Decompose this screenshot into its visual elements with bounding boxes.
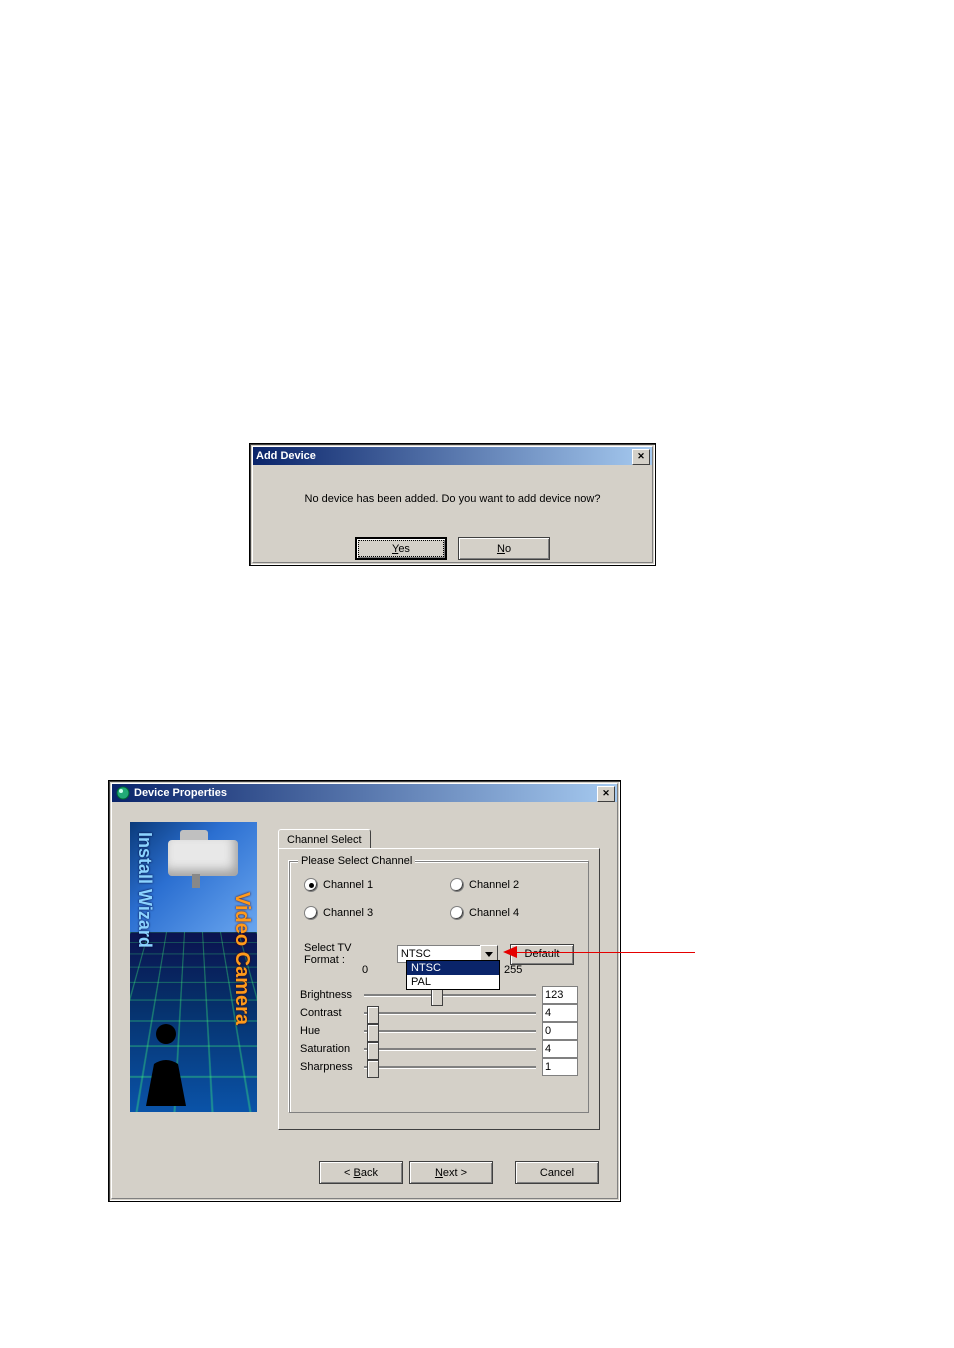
annotation-line — [517, 952, 695, 953]
hue-slider[interactable] — [364, 1022, 536, 1040]
chevron-down-icon — [485, 950, 493, 958]
tab-panel: Please Select Channel Channel 1 Channel … — [278, 848, 600, 1130]
app-icon — [115, 785, 131, 801]
option-pal[interactable]: PAL — [407, 975, 499, 989]
radio-channel-1[interactable]: Channel 1 — [304, 878, 373, 892]
add-device-dialog: Add Device ✕ No device has been added. D… — [249, 443, 656, 566]
device-properties-title: Device Properties — [134, 787, 227, 799]
close-icon: ✕ — [637, 451, 645, 462]
sidebar-text-video-camera: Video Camera — [230, 892, 253, 1025]
camera-icon — [158, 830, 248, 890]
sharpness-value: 1 — [542, 1058, 578, 1076]
wizard-sidebar-image: Install Wizard Video Camera — [130, 822, 257, 1112]
tab-channel-select[interactable]: Channel Select — [278, 829, 371, 850]
slider-hue: Hue 0 — [300, 1022, 578, 1040]
tv-format-label: Select TV Format : — [304, 942, 389, 966]
next-button[interactable]: Next > — [409, 1161, 493, 1184]
option-ntsc[interactable]: NTSC — [407, 961, 499, 975]
radio-channel-2[interactable]: Channel 2 — [450, 878, 519, 892]
close-button[interactable]: ✕ — [597, 786, 615, 802]
contrast-value: 4 — [542, 1004, 578, 1022]
sidebar-text-install-wizard: Install Wizard — [134, 832, 155, 948]
range-min-label: 0 — [362, 964, 368, 976]
contrast-slider[interactable] — [364, 1004, 536, 1022]
tv-format-dropdown-list[interactable]: NTSC PAL — [406, 960, 500, 990]
back-button[interactable]: < Back — [319, 1161, 403, 1184]
device-properties-dialog: Device Properties ✕ Install Wizard Video… — [108, 780, 621, 1202]
slider-contrast: Contrast 4 — [300, 1004, 578, 1022]
close-icon: ✕ — [602, 788, 610, 799]
default-button[interactable]: Default — [510, 944, 574, 965]
add-device-title: Add Device — [256, 450, 316, 462]
person-silhouette-icon — [136, 1016, 196, 1106]
no-button[interactable]: No — [458, 537, 550, 560]
radio-channel-4[interactable]: Channel 4 — [450, 906, 519, 920]
saturation-value: 4 — [542, 1040, 578, 1058]
slider-sharpness: Sharpness 1 — [300, 1058, 578, 1076]
cancel-button[interactable]: Cancel — [515, 1161, 599, 1184]
device-properties-titlebar: Device Properties ✕ — [112, 784, 617, 802]
yes-button[interactable]: Yes — [355, 537, 447, 560]
saturation-slider[interactable] — [364, 1040, 536, 1058]
add-device-titlebar: Add Device ✕ — [253, 447, 652, 465]
close-button[interactable]: ✕ — [632, 449, 650, 465]
annotation-arrow-icon — [503, 946, 517, 958]
tab-strip: Channel Select — [278, 828, 371, 849]
hue-value: 0 — [542, 1022, 578, 1040]
range-max-label: 255 — [504, 964, 522, 976]
brightness-value: 123 — [542, 986, 578, 1004]
add-device-message: No device has been added. Do you want to… — [253, 493, 652, 505]
sharpness-slider[interactable] — [364, 1058, 536, 1076]
group-label: Please Select Channel — [298, 855, 415, 867]
radio-channel-3[interactable]: Channel 3 — [304, 906, 373, 920]
channel-groupbox: Please Select Channel Channel 1 Channel … — [289, 861, 589, 1113]
slider-saturation: Saturation 4 — [300, 1040, 578, 1058]
